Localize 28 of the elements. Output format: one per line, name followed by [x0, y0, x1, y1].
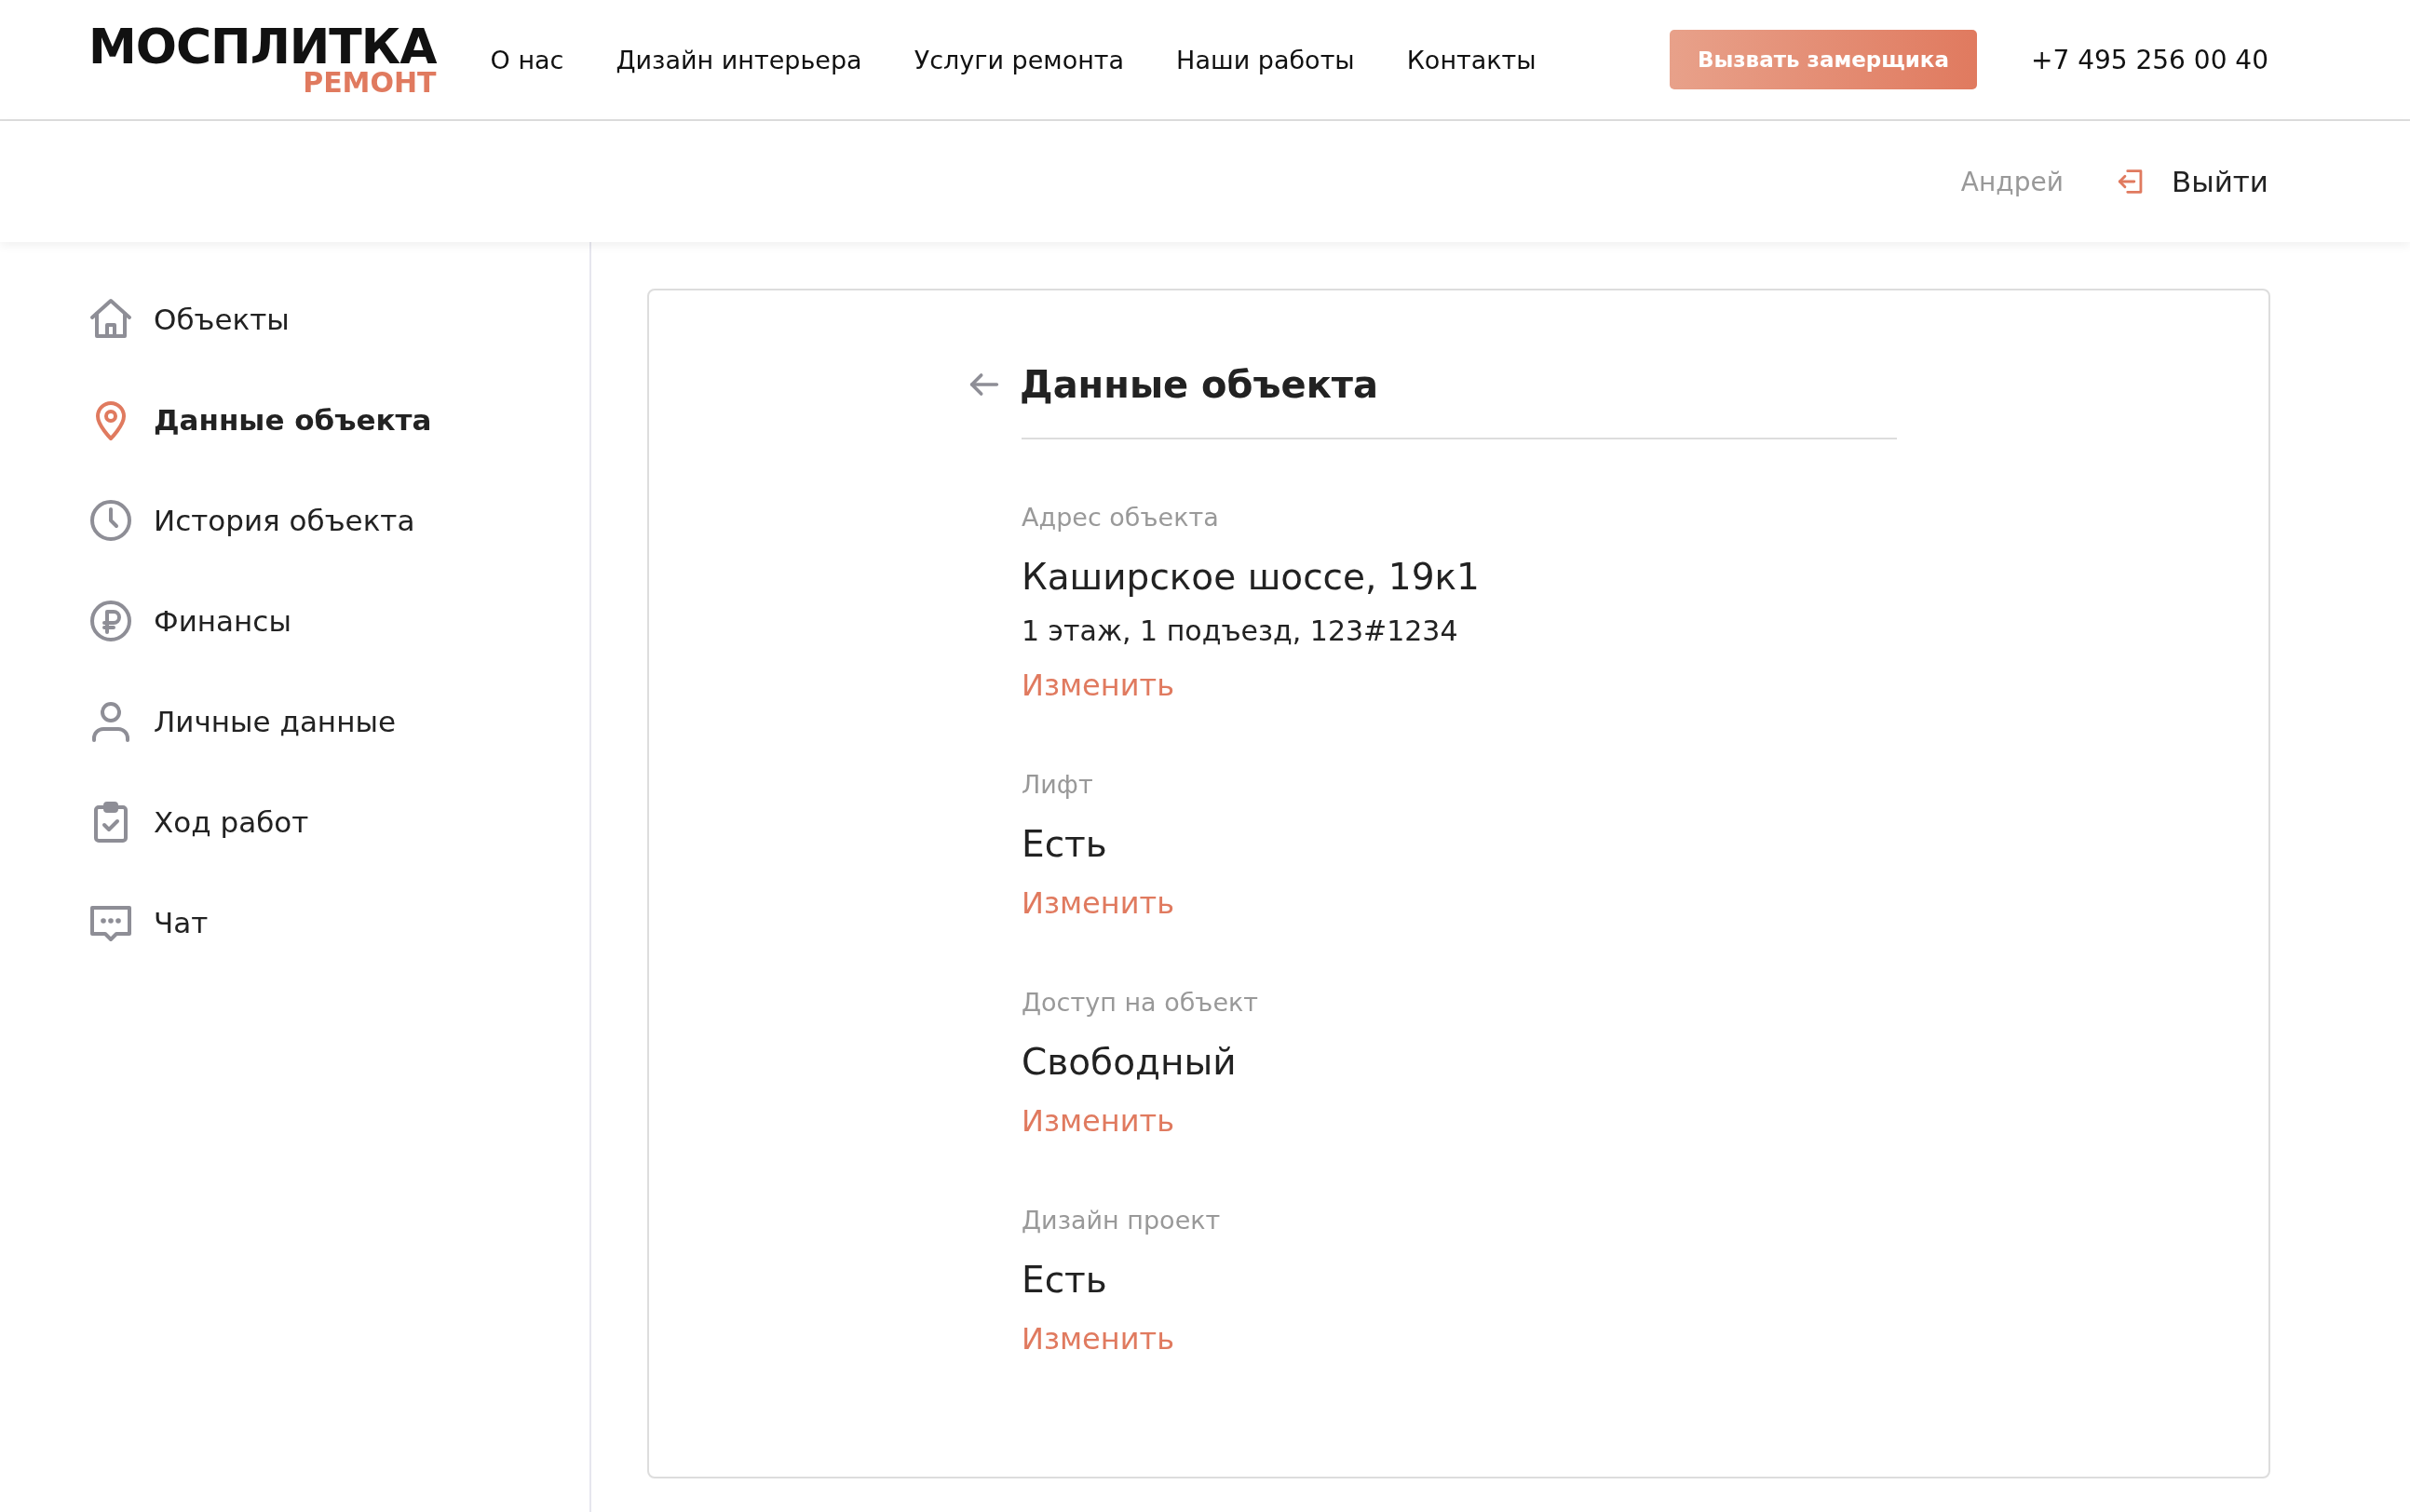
field-label: Адрес объекта — [1022, 503, 1219, 532]
nav-link[interactable]: Наши работы — [1176, 45, 1355, 74]
user-name: Андрей — [1960, 166, 2064, 197]
field-detail: 1 этаж, 1 подъезд, 123#1234 — [1022, 614, 1458, 647]
sidebar-item[interactable]: Данные объекта — [88, 394, 589, 446]
field-value: Каширское шоссе, 19к1 — [1022, 556, 1480, 598]
sidebar-item[interactable]: История объекта — [88, 494, 589, 547]
field-label: Доступ на объект — [1022, 988, 1259, 1017]
field-label: Лифт — [1022, 770, 1093, 799]
sidebar-item[interactable]: Чат — [88, 897, 589, 949]
phone-link[interactable]: +7 495 256 00 40 — [2030, 44, 2268, 75]
nav-link[interactable]: О нас — [490, 45, 564, 74]
field-value: Свободный — [1022, 1041, 1237, 1083]
nav-link[interactable]: Дизайн интерьера — [616, 45, 862, 74]
sidebar-item[interactable]: Личные данные — [88, 695, 589, 748]
sidebar-item[interactable]: Ход работ — [88, 796, 589, 848]
field-label: Дизайн проект — [1022, 1206, 1221, 1235]
page-title: Данные объекта — [1020, 363, 1379, 406]
sidebar-item[interactable]: Объекты — [88, 293, 589, 345]
ruble-icon — [88, 599, 133, 643]
clock-icon — [88, 498, 133, 543]
logo[interactable]: МОСПЛИТКА РЕМОНТ — [88, 22, 437, 97]
nav-link[interactable]: Услуги ремонта — [914, 45, 1125, 74]
sidebar-item[interactable]: Финансы — [88, 595, 589, 647]
field-value: Есть — [1022, 823, 1107, 865]
nav-link[interactable]: Контакты — [1406, 45, 1537, 74]
logout-link[interactable]: Выйти — [2171, 165, 2268, 198]
field-value: Есть — [1022, 1259, 1107, 1301]
